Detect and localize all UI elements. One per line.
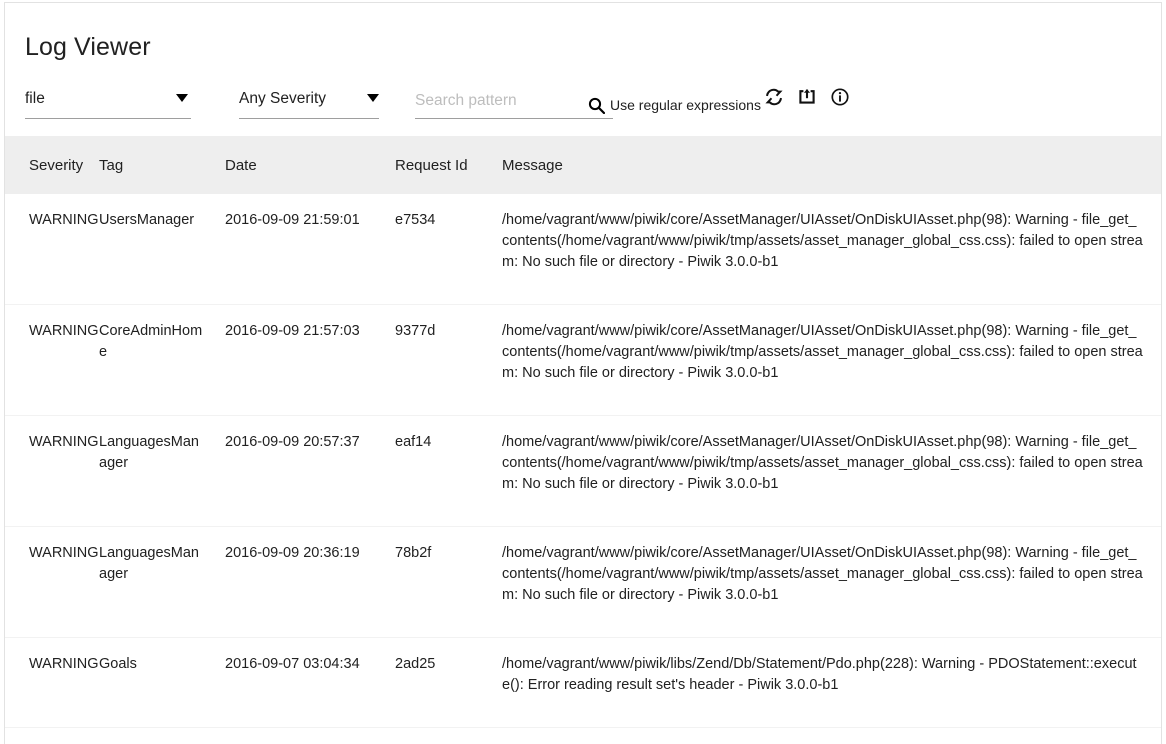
column-header-date[interactable]: Date [225,136,395,194]
table-row[interactable]: WARNING UsersManager 2016-09-09 21:59:01 e7… [5,194,1161,305]
cell-date: 2016-09-09 21:57:03 [225,304,395,416]
cell-message: /home/vagrant/www/piwik/core/AssetManage… [502,415,1161,527]
cell-tag: LanguagesManager [99,415,225,527]
chevron-down-icon [367,94,379,102]
export-icon[interactable] [797,87,817,107]
cell-message: /home/vagrant/www/piwik/core/AssetManage… [502,304,1161,416]
toolbar-actions [764,87,850,107]
cell-date: 2016-09-07 03:04:34 [225,637,395,728]
cell-message: /home/vagrant/www/piwik/libs/Zend/Db/Sta… [502,727,1161,744]
search-field-wrap [415,87,613,119]
column-header-message[interactable]: Message [502,136,1161,194]
page-title: Log Viewer [25,33,151,61]
cell-tag: Goals [99,637,225,728]
use-regex-toggle[interactable]: Use regular expressions [588,89,761,121]
cell-request-id: eaf14 [395,415,502,527]
cell-request-id: 78b2f [395,526,502,638]
cell-date: 2016-09-09 20:36:19 [225,526,395,638]
table-row[interactable]: WARNING LanguagesManager 2016-09-09 20:36:… [5,526,1161,638]
cell-severity: WARNING [5,304,99,416]
cell-tag: Goals [99,727,225,744]
table-row[interactable]: WARNING CoreAdminHome 2016-09-09 21:57:03 9… [5,304,1161,416]
cell-request-id: f4fb3 [395,727,502,744]
column-header-request-id[interactable]: Request Id [395,136,502,194]
cell-request-id: 2ad25 [395,637,502,728]
cell-message: /home/vagrant/www/piwik/core/AssetManage… [502,526,1161,638]
chevron-down-icon [176,94,188,102]
table-row[interactable]: WARNING Goals 2016-09-07 03:04:34 2ad25/hom… [5,637,1161,728]
cell-tag: LanguagesManager [99,526,225,638]
cell-date: 2016-09-09 21:59:01 [225,212,360,228]
cell-severity: WARNING [5,415,99,527]
log-table-head: Severity Tag Date Request Id Message [5,136,1161,194]
severity-select[interactable]: Any Severity [239,87,379,119]
cell-tag: CoreAdminHome [99,304,225,416]
cell-severity: WARNING [5,637,99,728]
severity-select-value: Any Severity [239,90,327,107]
cell-request-id: 9377d [395,304,502,416]
search-icon [588,97,605,114]
column-header-severity[interactable]: Severity [5,136,99,194]
column-header-tag[interactable]: Tag [99,136,225,194]
log-table-body: WARNING UsersManager 2016-09-09 21:59:01 e7… [5,194,1161,744]
cell-request-id: e7534 [395,212,436,228]
cell-message: /home/vagrant/www/piwik/core/AssetManage… [502,212,1143,270]
cell-date: 2016-09-09 20:57:37 [225,415,395,527]
cell-severity: WARNING [5,526,99,638]
use-regex-label: Use regular expressions [610,97,761,113]
table-row[interactable]: WARNINGGoals2016-09-07 03:04:34f4fb3/hom… [5,727,1161,744]
cell-tag: UsersManager [99,212,195,228]
cell-severity: WARNING [5,727,99,744]
info-icon[interactable] [830,87,850,107]
table-header-row: Severity Tag Date Request Id Message [5,136,1161,194]
search-input[interactable] [415,87,613,114]
cell-message: /home/vagrant/www/piwik/libs/Zend/Db/Sta… [502,637,1161,728]
log-viewer-page: Log Viewer file Any Severity Search patt… [0,0,1166,744]
log-viewer-card: Log Viewer file Any Severity Search patt… [4,2,1162,744]
refresh-icon[interactable] [764,87,784,107]
cell-date: 2016-09-07 03:04:34 [225,727,395,744]
log-filter-toolbar: file Any Severity Use regular expression… [5,63,1161,125]
file-select-value: file [25,90,45,107]
log-table: Severity Tag Date Request Id Message WAR… [5,136,1161,744]
cell-severity: WARNING [29,212,99,228]
table-row[interactable]: WARNING LanguagesManager 2016-09-09 20:57:… [5,415,1161,527]
file-select[interactable]: file [25,87,191,119]
